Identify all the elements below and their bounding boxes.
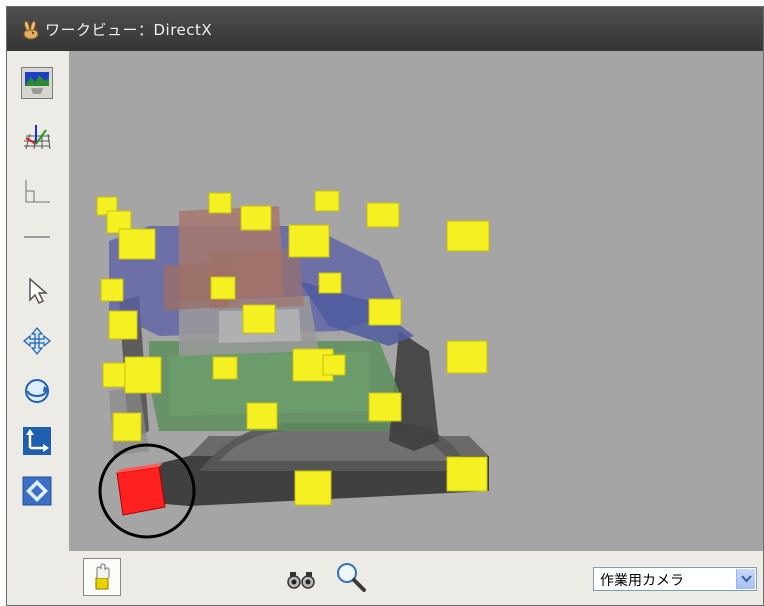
left-toolbar — [7, 51, 69, 551]
camera-select[interactable]: 作業用カメラ — [593, 567, 757, 591]
rotate-view-icon[interactable] — [21, 375, 53, 407]
marker-cube[interactable] — [446, 456, 488, 492]
window-title: ワークビュー：DirectX — [45, 21, 213, 39]
marker-cube[interactable] — [208, 192, 232, 214]
chevron-down-icon[interactable] — [736, 569, 755, 589]
marker-cube[interactable] — [240, 205, 272, 231]
marker-cube[interactable] — [366, 202, 400, 228]
marker-cube[interactable] — [112, 412, 142, 442]
marker-cube[interactable] — [246, 402, 278, 430]
marker-cube[interactable] — [446, 220, 490, 252]
selected-marker-cube[interactable] — [116, 463, 166, 516]
rabbit-app-icon — [23, 21, 39, 40]
coordinate-frame-icon[interactable] — [21, 175, 53, 207]
title-bar: ワークビュー：DirectX — [7, 7, 763, 51]
axis-transform-icon[interactable] — [21, 425, 53, 457]
binoculars-icon[interactable] — [285, 567, 317, 591]
fit-view-icon[interactable] — [21, 475, 53, 507]
bottom-bar: 作業用カメラ — [7, 551, 763, 605]
hand-tool-button[interactable] — [83, 558, 121, 596]
marker-cube[interactable] — [318, 272, 342, 294]
marker-cube[interactable] — [100, 278, 124, 302]
pointer-arrow-icon[interactable] — [21, 275, 53, 307]
work-scene — [96, 190, 490, 539]
marker-cube[interactable] — [102, 362, 128, 388]
grid-axes-icon[interactable] — [21, 121, 53, 153]
3d-viewport[interactable] — [69, 51, 763, 551]
marker-cube[interactable] — [446, 340, 488, 374]
camera-select-value: 作業用カメラ — [600, 573, 684, 589]
marker-cube[interactable] — [210, 276, 236, 300]
marker-cube[interactable] — [288, 224, 330, 258]
marker-cube[interactable] — [322, 354, 346, 376]
magnifier-icon[interactable] — [335, 561, 367, 593]
marker-cube[interactable] — [124, 356, 162, 394]
marker-cube[interactable] — [368, 392, 402, 422]
work-view-window: ワークビュー：DirectX 作業用カメラ — [6, 6, 764, 606]
view-display-icon[interactable] — [21, 67, 53, 99]
marker-cube[interactable] — [368, 298, 402, 326]
marker-cube[interactable] — [212, 356, 238, 380]
marker-cube[interactable] — [118, 228, 156, 260]
marker-cube[interactable] — [108, 310, 138, 340]
marker-cube[interactable] — [294, 470, 332, 506]
hand-tool-icon — [95, 563, 110, 590]
pan-move-icon[interactable] — [21, 325, 53, 357]
marker-cube[interactable] — [314, 190, 340, 212]
marker-cube[interactable] — [242, 304, 276, 334]
line-icon[interactable] — [21, 221, 53, 253]
